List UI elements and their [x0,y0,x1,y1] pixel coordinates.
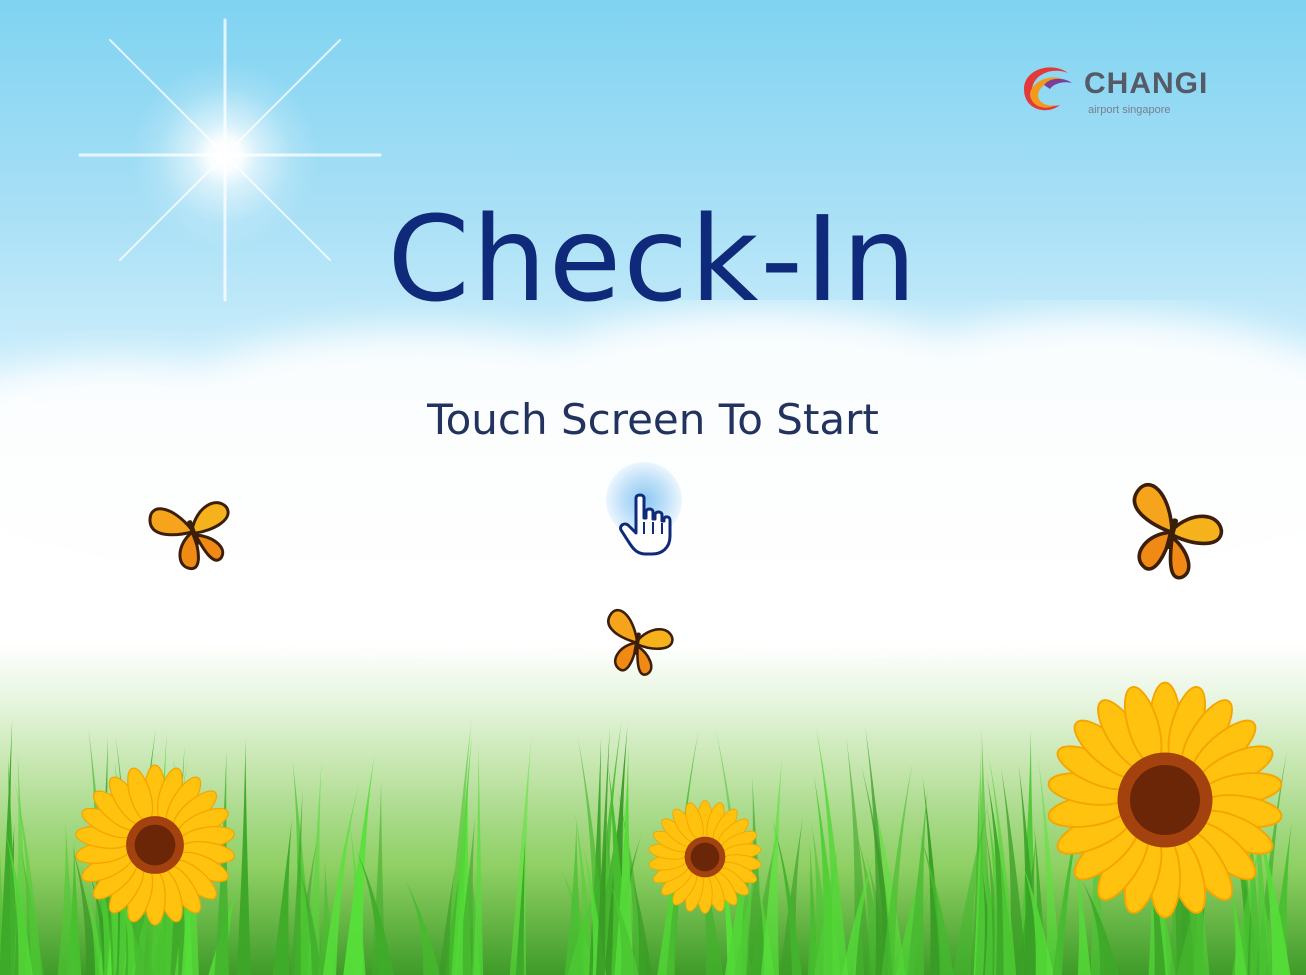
butterfly-icon [148,501,230,571]
start-prompt: Touch Screen To Start [427,395,879,444]
butterfly-icon [607,608,674,676]
hand-pointer-icon [619,493,672,556]
logo-wordmark: CHANGI [1084,67,1209,100]
changi-logo: CHANGI airport singapore [1014,55,1254,125]
logo-tagline: airport singapore [1088,104,1171,116]
sunflower-icon [1047,681,1283,919]
butterfly-icon [1132,483,1224,580]
touch-to-start-button[interactable] [606,462,686,562]
changi-logo-mark [1024,67,1072,111]
sunflower-icon [75,764,235,926]
sunflower-icon [648,800,762,914]
start-screen[interactable]: CHANGI airport singapore Check-In Touch … [0,0,1306,975]
page-title: Check-In [387,190,919,328]
